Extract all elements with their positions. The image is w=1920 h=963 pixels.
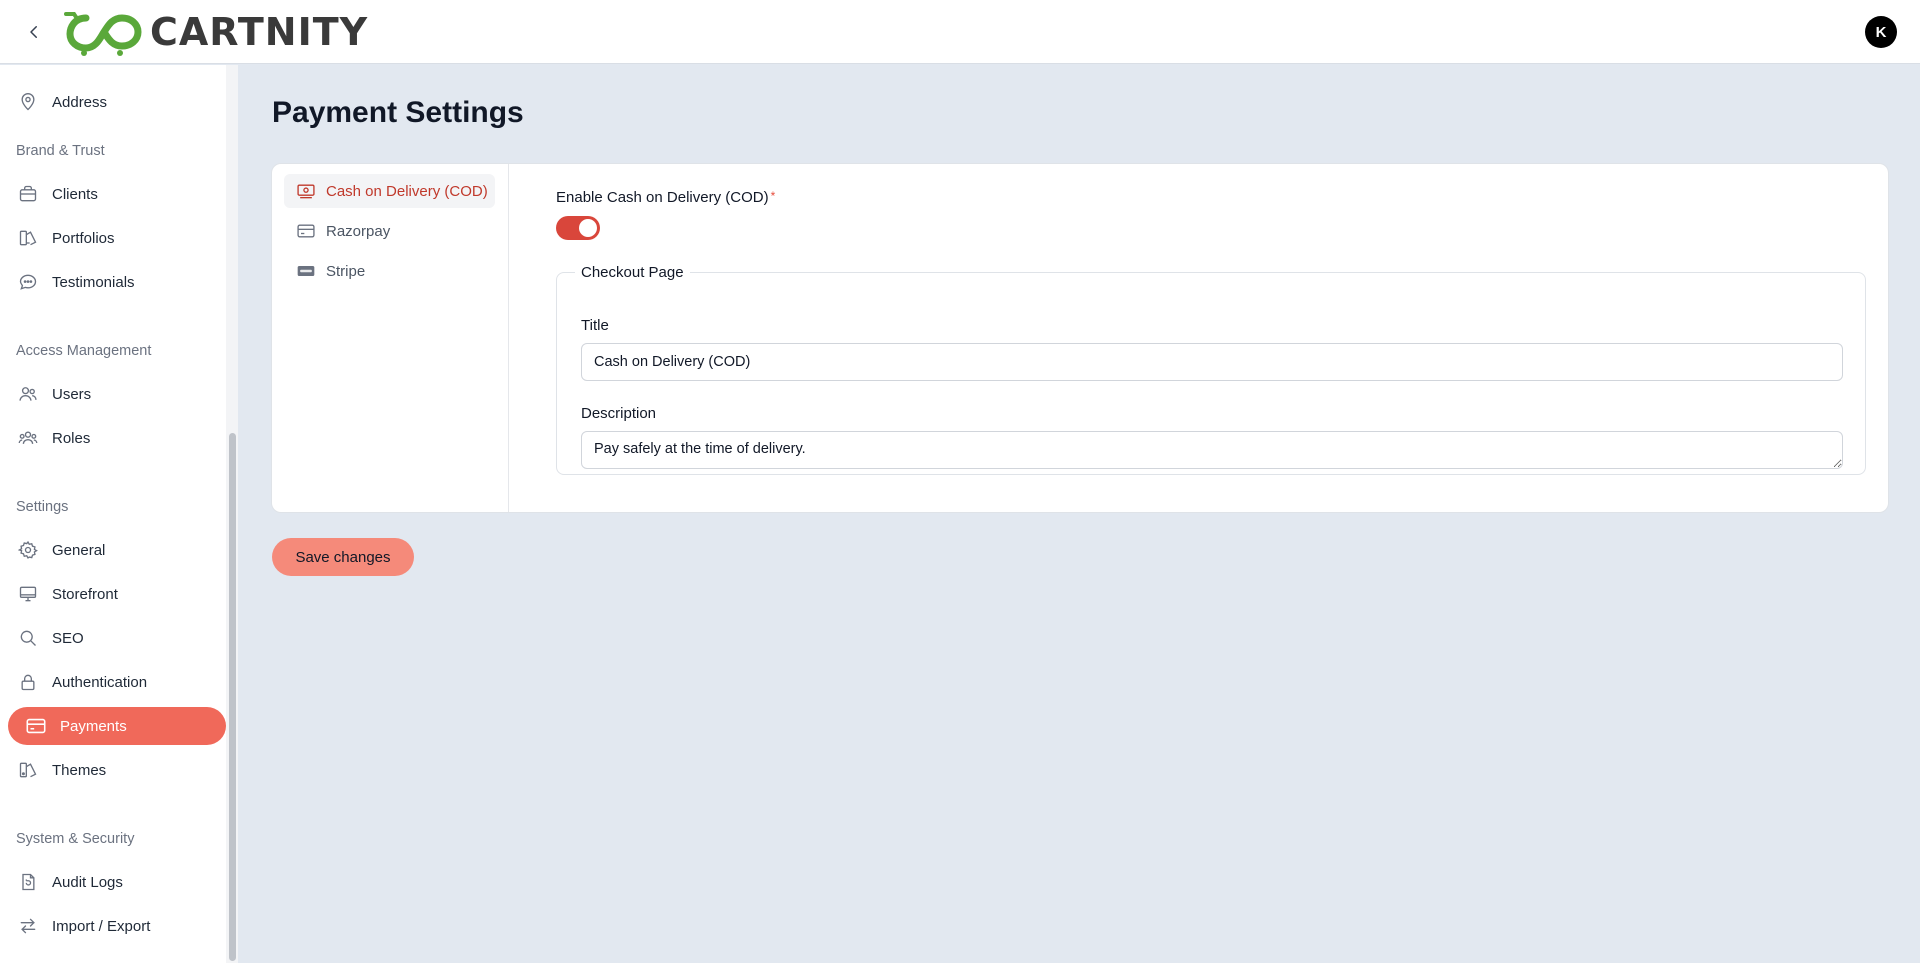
sidebar-item-label: Authentication — [52, 673, 148, 691]
sidebar-item-label: Payments — [60, 717, 127, 735]
card-icon — [296, 221, 316, 241]
sidebar-item-label: Address — [52, 93, 108, 111]
users-icon — [16, 382, 40, 406]
sidebar-item-label: Clients — [52, 185, 98, 203]
sidebar-item-portfolios[interactable]: Portfolios — [8, 219, 226, 257]
checkout-page-group: Checkout Page Title Description Pay safe… — [556, 264, 1866, 475]
chevron-left-icon — [30, 26, 37, 38]
cash-icon — [296, 181, 316, 201]
sidebar-item-payments[interactable]: Payments — [8, 707, 226, 745]
sidebar-scrollbar-thumb[interactable] — [229, 433, 236, 961]
chat-bubble-icon — [16, 270, 40, 294]
sidebar-item-users[interactable]: Users — [8, 375, 226, 413]
briefcase-icon — [16, 182, 40, 206]
method-label: Stripe — [326, 262, 366, 280]
swap-arrows-icon — [16, 914, 40, 938]
description-textarea[interactable]: Pay safely at the time of delivery. — [581, 431, 1843, 469]
title-field-label: Title — [581, 317, 609, 334]
gear-icon — [16, 538, 40, 562]
sidebar-item-testimonials[interactable]: Testimonials — [8, 263, 226, 301]
sidebar-item-label: General — [52, 541, 106, 559]
enable-cod-toggle[interactable] — [556, 216, 600, 240]
sidebar-item-label: Roles — [52, 429, 91, 447]
method-label: Cash on Delivery (COD) — [326, 182, 488, 200]
sidebar-item-roles[interactable]: Roles — [8, 419, 226, 457]
sidebar-item-themes[interactable]: Themes — [8, 751, 226, 789]
sidebar-item-seo[interactable]: SEO — [8, 619, 226, 657]
method-settings-panel: Enable Cash on Delivery (COD) * Checkout … — [556, 164, 1866, 512]
method-tab-stripe[interactable]: Stripe — [284, 254, 495, 288]
sidebar-item-label: Portfolios — [52, 229, 115, 247]
brand-logo[interactable]: CARTNITY — [64, 8, 368, 56]
sidebar-item-label: SEO — [52, 629, 84, 647]
sidebar-item-audit-logs[interactable]: Audit Logs — [8, 863, 226, 901]
method-tab-cod[interactable]: Cash on Delivery (COD) — [284, 174, 495, 208]
map-pin-icon — [16, 90, 40, 114]
user-avatar[interactable]: K — [1865, 16, 1897, 48]
sidebar-item-address[interactable]: Address — [8, 83, 226, 121]
sidebar: Address Brand & Trust Clients Portfolios… — [0, 65, 238, 963]
credit-card-icon — [24, 714, 48, 738]
back-button[interactable] — [22, 20, 46, 44]
lock-icon — [16, 670, 40, 694]
sidebar-item-label: Testimonials — [52, 273, 135, 291]
payment-methods-list: Cash on Delivery (COD) Razorpay Stripe — [272, 164, 509, 512]
portfolio-icon — [16, 226, 40, 250]
roles-icon — [16, 426, 40, 450]
page-title: Payment Settings — [272, 96, 524, 129]
infinity-cart-logo-icon — [64, 12, 142, 56]
top-bar: CARTNITY K — [0, 0, 1920, 64]
monitor-icon — [16, 582, 40, 606]
method-tab-razorpay[interactable]: Razorpay — [284, 214, 495, 248]
search-icon — [16, 626, 40, 650]
checkout-page-legend: Checkout Page — [581, 264, 684, 281]
save-changes-button[interactable]: Save changes — [272, 538, 414, 576]
audit-log-icon — [16, 870, 40, 894]
section-label-access-management: Access Management — [16, 343, 152, 359]
stripe-icon — [296, 261, 316, 281]
enable-cod-label-text: Enable Cash on Delivery (COD) — [556, 189, 769, 206]
sidebar-item-label: Themes — [52, 761, 107, 779]
brand-name: CARTNITY — [150, 10, 369, 54]
sidebar-item-import-export[interactable]: Import / Export — [8, 907, 226, 945]
section-label-settings: Settings — [16, 499, 69, 515]
sidebar-item-label: Users — [52, 385, 92, 403]
title-input[interactable] — [581, 343, 1843, 381]
palette-icon — [16, 758, 40, 782]
enable-cod-label: Enable Cash on Delivery (COD) * — [556, 189, 775, 206]
required-mark: * — [770, 189, 776, 203]
payment-settings-card: Cash on Delivery (COD) Razorpay Stripe E… — [271, 163, 1889, 513]
section-label-system-security: System & Security — [16, 831, 135, 847]
sidebar-item-label: Import / Export — [52, 917, 151, 935]
sidebar-item-label: Storefront — [52, 585, 118, 603]
method-label: Razorpay — [326, 222, 391, 240]
sidebar-item-clients[interactable]: Clients — [8, 175, 226, 213]
sidebar-item-storefront[interactable]: Storefront — [8, 575, 226, 613]
sidebar-item-label: Audit Logs — [52, 873, 123, 891]
description-field-label: Description — [581, 405, 657, 422]
sidebar-item-general[interactable]: General — [8, 531, 226, 569]
section-label-brand-trust: Brand & Trust — [16, 143, 105, 159]
sidebar-item-authentication[interactable]: Authentication — [8, 663, 226, 701]
toggle-knob — [579, 219, 597, 237]
